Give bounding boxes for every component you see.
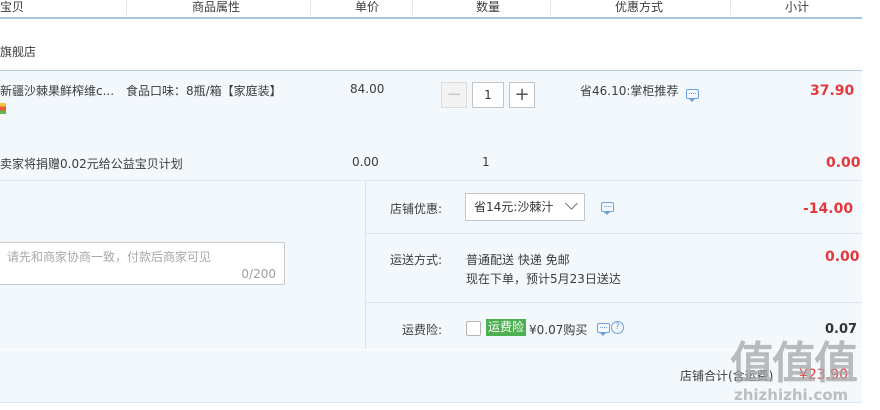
col-unit-price: 单价 <box>355 0 380 14</box>
insurance-badge: 运费险 <box>486 319 527 336</box>
store-discount-selected: 省14元:沙棘汁 <box>474 200 554 214</box>
col-divider <box>310 0 311 15</box>
item-title-link[interactable]: 新疆沙棘果鲜榨维c... <box>0 82 114 99</box>
shipping-eta: 现在下单，预计5月23日送达 <box>466 272 621 286</box>
buyer-memo-textarea[interactable]: 请先和商家协商一致，付款后商家可见 0/200 <box>0 242 285 285</box>
col-divider <box>730 0 731 15</box>
shop-name[interactable]: 旗舰店 <box>0 43 36 60</box>
insurance-label: 运费险: <box>402 323 443 337</box>
panel-divider <box>366 302 862 303</box>
col-divider <box>550 0 551 15</box>
store-discount-label: 店铺优惠: <box>390 202 443 216</box>
charity-quantity: 1 <box>482 155 490 169</box>
item-thumbnail[interactable] <box>0 103 6 114</box>
col-attributes: 商品属性 <box>192 0 241 14</box>
quantity-increase-button[interactable]: + <box>509 82 535 108</box>
col-divider <box>126 0 127 15</box>
chat-icon[interactable] <box>601 202 614 215</box>
col-discount: 优惠方式 <box>615 0 664 14</box>
shop-row: 旗舰店 <box>0 19 862 71</box>
watermark-url: zhizhizhi.com <box>734 386 849 404</box>
memo-placeholder: 请先和商家协商一致，付款后商家可见 <box>7 250 212 264</box>
quantity-decrease-button[interactable]: − <box>441 82 467 108</box>
watermark-logo: 值值值 <box>730 338 858 389</box>
item-unit-price: 84.00 <box>350 82 385 96</box>
help-icon[interactable]: ? <box>611 321 624 334</box>
chat-icon[interactable] <box>686 89 699 102</box>
shipping-method: 普通配送 快递 免邮 <box>466 253 570 267</box>
col-item: 宝贝 <box>0 0 25 14</box>
charity-title: 卖家将捐赠0.02元给公益宝贝计划 <box>0 157 183 171</box>
item-subtotal: 37.90 <box>810 83 855 99</box>
col-divider <box>412 0 413 15</box>
chat-icon[interactable] <box>597 323 610 336</box>
charity-unit-price: 0.00 <box>352 155 379 169</box>
insurance-price: ¥0.07购买 <box>529 323 588 337</box>
panel-divider <box>366 233 862 234</box>
cart-table-header: 宝贝 商品属性 单价 数量 优惠方式 小计 <box>0 0 862 19</box>
insurance-checkbox[interactable] <box>466 321 481 336</box>
item-discount-text: 省46.10:掌柜推荐 <box>580 84 679 98</box>
shipping-label: 运送方式: <box>390 253 443 267</box>
quantity-input[interactable]: 1 <box>472 82 504 108</box>
store-discount-amount: -14.00 <box>803 201 854 217</box>
item-attributes: 食品口味：8瓶/箱【家庭装】 <box>126 84 282 98</box>
charity-subtotal: 0.00 <box>826 155 861 171</box>
col-subtotal: 小计 <box>785 0 810 14</box>
chevron-down-icon <box>565 197 578 210</box>
shipping-amount: 0.00 <box>825 249 860 265</box>
col-quantity: 数量 <box>476 0 501 14</box>
memo-counter: 0/200 <box>241 267 276 281</box>
panel-divider <box>365 181 366 349</box>
store-discount-select[interactable]: 省14元:沙棘汁 <box>465 193 585 221</box>
